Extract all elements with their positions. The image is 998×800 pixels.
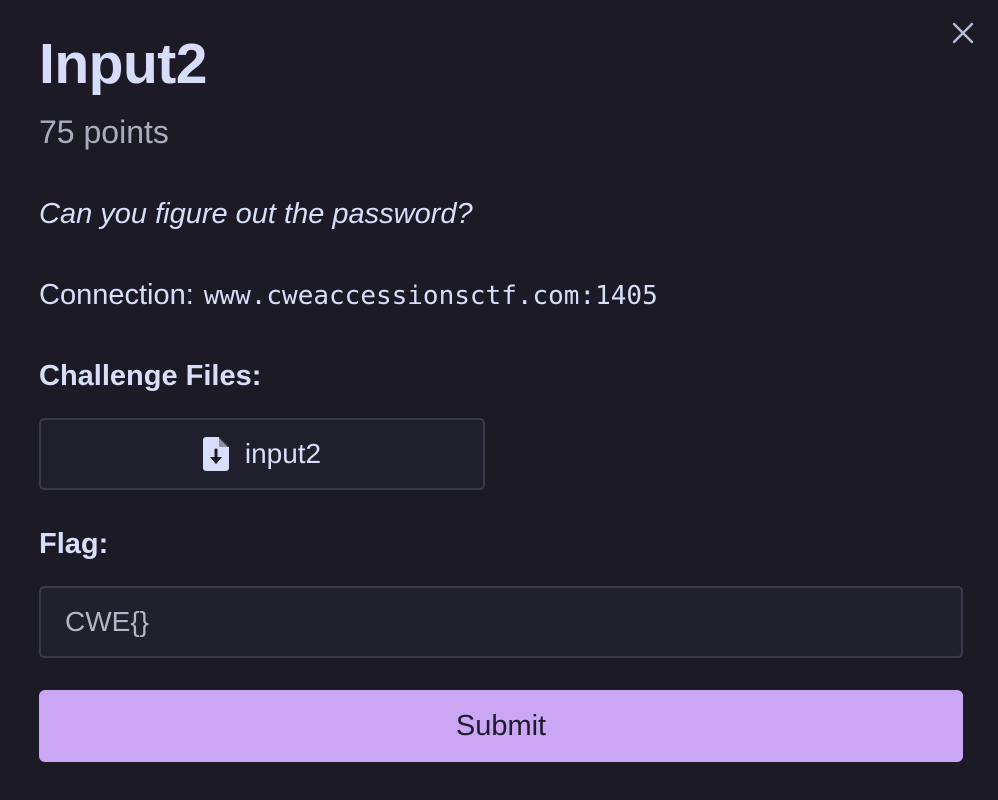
challenge-description: Can you figure out the password? — [39, 198, 473, 230]
challenge-modal: Input2 75 points Can you figure out the … — [0, 0, 998, 800]
close-button[interactable] — [950, 20, 976, 46]
challenge-title: Input2 — [39, 32, 207, 96]
file-name: input2 — [244, 438, 322, 469]
connection-info: Connection: www.cweaccessionsctf.com:1405 — [39, 281, 658, 310]
close-icon — [952, 22, 974, 44]
challenge-files-label: Challenge Files: — [39, 360, 262, 392]
connection-label: Connection: — [39, 279, 194, 311]
file-download-icon — [202, 437, 229, 471]
file-download-button[interactable]: input2 — [39, 418, 485, 490]
challenge-points: 75 points — [39, 114, 169, 150]
submit-button[interactable]: Submit — [39, 690, 963, 762]
flag-label: Flag: — [39, 528, 109, 560]
connection-value: www.cweaccessionsctf.com:1405 — [203, 281, 658, 311]
flag-input[interactable] — [39, 586, 963, 658]
